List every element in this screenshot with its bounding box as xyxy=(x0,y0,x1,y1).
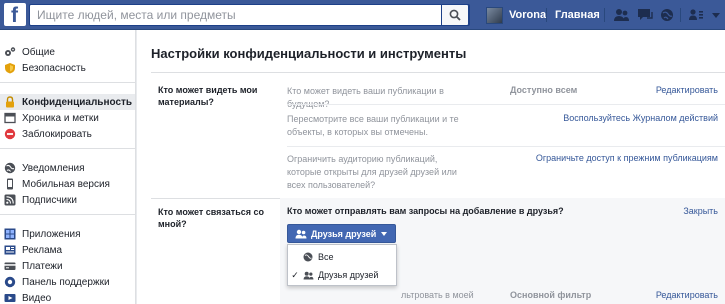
audience-selector-button[interactable]: Друзья друзей xyxy=(287,224,396,243)
search-icon xyxy=(449,9,461,21)
sidebar-item-label: Хроника и метки xyxy=(22,112,99,124)
sidebar-item-followers[interactable]: Подписчики xyxy=(0,192,135,208)
sidebar-item-mobile[interactable]: Мобильная версия xyxy=(0,176,135,192)
sidebar-item-label: Приложения xyxy=(22,228,81,240)
home-link[interactable]: Главная xyxy=(555,9,600,21)
ads-icon xyxy=(4,244,16,256)
sidebar-item-privacy[interactable]: Конфиденциальность xyxy=(0,94,135,110)
sidebar-item-apps[interactable]: Приложения xyxy=(0,226,135,242)
checkmark-icon: ✓ xyxy=(291,269,299,280)
profile-link[interactable]: Vorona xyxy=(486,6,546,24)
top-navigation-bar: Vorona Главная xyxy=(0,0,725,30)
active-setting-question: Кто может отправлять вам запросы на доба… xyxy=(287,206,564,216)
search-input[interactable] xyxy=(30,5,435,25)
sidebar-item-label: Конфиденциальность xyxy=(22,96,133,108)
account-settings-icon[interactable] xyxy=(709,8,723,22)
sidebar-item-label: Подписчики xyxy=(22,194,78,206)
search-box xyxy=(29,4,470,26)
payments-icon xyxy=(4,260,16,272)
sidebar-item-label: Уведомления xyxy=(22,162,85,174)
sidebar-item-timeline[interactable]: Хроника и метки xyxy=(0,110,135,126)
sidebar-item-label: Безопасность xyxy=(22,62,86,74)
messages-icon[interactable] xyxy=(637,8,653,22)
sidebar-item-ads[interactable]: Реклама xyxy=(0,242,135,258)
profile-name: Vorona xyxy=(509,9,547,21)
edit-filter-link[interactable]: Редактировать xyxy=(656,290,718,300)
nav-divider xyxy=(546,8,547,22)
sidebar-item-label: Видео xyxy=(22,292,52,304)
divider xyxy=(151,72,725,73)
nav-divider xyxy=(604,8,605,22)
privacy-lock-icon xyxy=(4,96,16,108)
section-label-visibility: Кто может видеть мои материалы? xyxy=(158,85,258,107)
apps-icon xyxy=(4,228,16,240)
dropdown-option-everyone[interactable]: Все xyxy=(288,249,396,265)
block-icon xyxy=(4,128,16,140)
sidebar-group: Уведомления Мобильная версия Подписчики xyxy=(0,149,135,215)
privacy-settings-panel: Настройки конфиденциальности и инструмен… xyxy=(137,30,725,304)
rss-icon xyxy=(4,194,16,206)
audience-selector-label: Друзья друзей xyxy=(311,228,377,239)
sidebar-item-block[interactable]: Заблокировать xyxy=(0,126,135,142)
sidebar-group: Приложения Реклама Платежи Панель поддер… xyxy=(0,215,135,304)
dropdown-option-friends-of-friends[interactable]: ✓ Друзья друзей xyxy=(288,267,396,283)
friend-requests-icon[interactable] xyxy=(613,8,630,22)
dropdown-option-label: Все xyxy=(318,252,334,262)
setting-value: Основной фильтр xyxy=(510,290,592,300)
settings-sidebar: Общие Безопасность Конфиденциальность Хр… xyxy=(0,30,136,304)
sidebar-item-security[interactable]: Безопасность xyxy=(0,60,135,76)
friends-icon xyxy=(302,271,314,280)
setting-question: Ограничить аудиторию публикаций, которые… xyxy=(287,154,457,190)
sidebar-item-video[interactable]: Видео xyxy=(0,290,135,304)
sidebar-item-label: Платежи xyxy=(22,260,63,272)
timeline-icon xyxy=(4,112,16,124)
avatar xyxy=(486,6,503,24)
divider xyxy=(287,104,725,105)
mobile-icon xyxy=(4,178,16,190)
notifications-icon[interactable] xyxy=(660,8,674,22)
video-icon xyxy=(4,292,16,304)
activity-log-link[interactable]: Воспользуйтесь Журналом действий xyxy=(563,113,718,123)
sidebar-item-support[interactable]: Панель поддержки xyxy=(0,274,135,290)
page-title: Настройки конфиденциальности и инструмен… xyxy=(151,46,467,61)
sidebar-item-label: Мобильная версия xyxy=(22,178,110,190)
sidebar-group: Конфиденциальность Хроника и метки Забло… xyxy=(0,83,135,149)
sidebar-group: Общие Безопасность xyxy=(0,30,135,83)
friends-icon xyxy=(295,229,307,238)
sidebar-item-label: Панель поддержки xyxy=(22,276,110,288)
sidebar-item-label: Общие xyxy=(22,46,55,58)
nav-divider xyxy=(680,8,681,22)
setting-question: Пересмотрите все ваши публикации и те об… xyxy=(287,114,459,137)
sidebar-item-general[interactable]: Общие xyxy=(0,44,135,60)
chevron-down-icon xyxy=(381,231,388,236)
search-button[interactable] xyxy=(441,4,469,26)
security-badge-icon xyxy=(4,62,16,74)
gears-icon xyxy=(4,46,16,58)
section-label-contact: Кто может связаться со мной? xyxy=(158,207,264,229)
audience-dropdown-menu: Все ✓ Друзья друзей xyxy=(287,244,397,286)
globe-icon xyxy=(4,162,16,174)
close-link[interactable]: Закрыть xyxy=(683,206,718,216)
dropdown-option-label: Друзья друзей xyxy=(318,270,379,280)
support-icon xyxy=(4,276,16,288)
sidebar-item-label: Заблокировать xyxy=(22,128,92,140)
limit-past-posts-link[interactable]: Ограничьте доступ к прежним публикациям xyxy=(536,153,718,163)
sidebar-item-label: Реклама xyxy=(22,244,63,256)
sidebar-item-notifications[interactable]: Уведомления xyxy=(0,160,135,176)
globe-icon xyxy=(302,252,314,262)
privacy-shortcuts-icon[interactable] xyxy=(688,8,704,22)
edit-future-posts-link[interactable]: Редактировать xyxy=(656,85,718,95)
setting-question: льтровать в моей xyxy=(401,290,474,300)
setting-question: Кто может видеть ваши публикации в будущ… xyxy=(287,86,444,109)
sidebar-item-payments[interactable]: Платежи xyxy=(0,258,135,274)
facebook-logo-icon[interactable] xyxy=(4,3,26,28)
setting-value: Доступно всем xyxy=(510,85,578,95)
divider xyxy=(287,146,725,147)
